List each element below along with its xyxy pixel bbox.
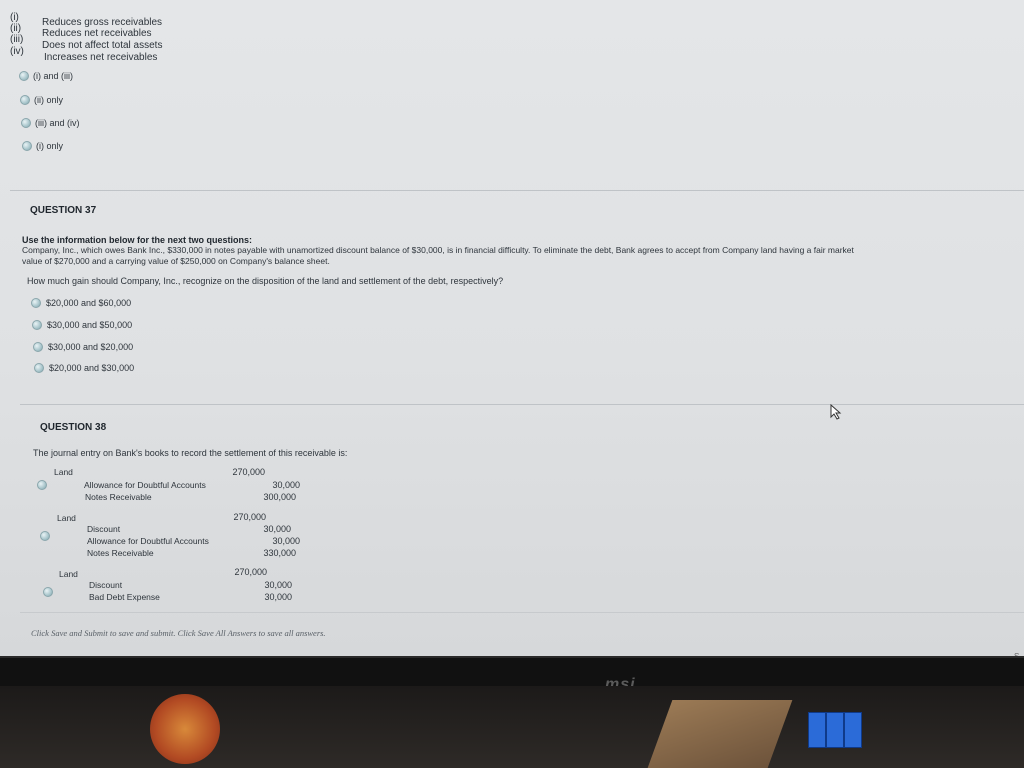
statement-text: Increases net receivables xyxy=(44,52,158,63)
debit-account: Land xyxy=(57,513,76,523)
credit-account: Allowance for Doubtful Accounts xyxy=(84,480,206,490)
credit-amount: 30,000 xyxy=(263,524,291,534)
statement-roman: (iv) xyxy=(10,46,24,57)
answer-radio[interactable] xyxy=(19,71,29,81)
answer-option-label[interactable]: (i) only xyxy=(36,141,63,151)
credit-amount: 30,000 xyxy=(272,480,300,490)
credit-amount: 300,000 xyxy=(263,492,296,502)
question-title: QUESTION 38 xyxy=(40,422,107,433)
answer-option-label[interactable]: $30,000 and $50,000 xyxy=(47,320,132,330)
mouse-cursor-icon xyxy=(830,404,842,420)
credit-account: Discount xyxy=(87,524,121,534)
answer-radio[interactable] xyxy=(43,587,53,597)
blue-block xyxy=(844,712,862,748)
credit-account: Allowance for Doubtful Accounts xyxy=(87,536,209,546)
answer-radio[interactable] xyxy=(37,480,47,490)
credit-amount: 30,000 xyxy=(264,580,292,590)
question-title: QUESTION 37 xyxy=(30,205,97,216)
debit-account: Land xyxy=(54,467,73,477)
credit-account: Discount xyxy=(89,580,123,590)
sticker-logo xyxy=(150,694,220,764)
credit-amount: 330,000 xyxy=(263,548,296,558)
answer-option-label[interactable]: $30,000 and $20,000 xyxy=(48,342,133,352)
debit-amount: 270,000 xyxy=(233,512,266,522)
statement-text: Does not affect total assets xyxy=(42,40,163,51)
question-divider xyxy=(20,404,1024,405)
answer-option-label[interactable]: (ii) only xyxy=(34,95,63,105)
debit-amount: 270,000 xyxy=(232,467,265,477)
question-body: value of $270,000 and a carrying value o… xyxy=(22,256,330,266)
question-prompt: How much gain should Company, Inc., reco… xyxy=(27,276,504,286)
answer-radio[interactable] xyxy=(31,298,41,308)
answer-radio[interactable] xyxy=(20,95,30,105)
answer-radio[interactable] xyxy=(40,531,50,541)
credit-amount: 30,000 xyxy=(272,536,300,546)
answer-option-label[interactable]: (i) and (iii) xyxy=(33,71,73,81)
answer-radio[interactable] xyxy=(32,320,42,330)
question-body: Company, Inc., which owes Bank Inc., $33… xyxy=(22,245,854,255)
debit-account: Land xyxy=(59,569,78,579)
credit-account: Bad Debt Expense xyxy=(89,592,160,602)
credit-account: Notes Receivable xyxy=(87,548,154,558)
statement-roman: (i) xyxy=(10,12,19,23)
credit-account: Notes Receivable xyxy=(85,492,152,502)
answer-radio[interactable] xyxy=(22,141,32,151)
statement-text: Reduces net receivables xyxy=(42,28,152,39)
save-instructions: Click Save and Submit to save and submit… xyxy=(31,628,326,638)
browser-viewport: (i) Reduces gross receivables (ii) Reduc… xyxy=(0,0,1024,660)
blue-block xyxy=(808,712,826,748)
statement-roman: (ii) xyxy=(10,23,22,34)
answer-option-label[interactable]: $20,000 and $60,000 xyxy=(46,298,131,308)
debit-amount: 270,000 xyxy=(234,567,267,577)
credit-amount: 30,000 xyxy=(264,592,292,602)
answer-radio[interactable] xyxy=(33,342,43,352)
wooden-object xyxy=(647,700,793,768)
answer-radio[interactable] xyxy=(34,363,44,373)
statement-text: Reduces gross receivables xyxy=(42,17,163,28)
question-prompt: The journal entry on Bank's books to rec… xyxy=(33,448,348,458)
question-intro: Use the information below for the next t… xyxy=(22,235,253,245)
statement-roman: (iii) xyxy=(10,34,24,45)
answer-option-label[interactable]: (iii) and (iv) xyxy=(35,118,80,128)
footer-divider xyxy=(20,612,1024,613)
monitor-bezel xyxy=(0,656,1024,688)
question-divider xyxy=(10,190,1024,191)
answer-option-label[interactable]: $20,000 and $30,000 xyxy=(49,363,134,373)
answer-radio[interactable] xyxy=(21,118,31,128)
blue-block xyxy=(826,712,844,748)
